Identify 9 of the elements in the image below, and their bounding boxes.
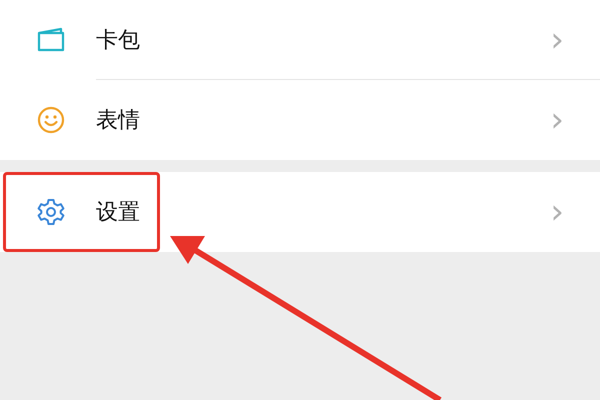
- menu-item-label[interactable]: 卡包: [96, 25, 550, 55]
- menu-item-label[interactable]: 表情: [96, 105, 550, 135]
- menu-item-label[interactable]: 设置: [96, 197, 550, 227]
- smiley-icon: [37, 106, 65, 134]
- chevron-icon: ›: [550, 103, 564, 137]
- chevron-icon: ›: [550, 23, 564, 57]
- card-icon: [36, 27, 66, 53]
- settings-icon: [36, 197, 66, 227]
- chevron-icon: ›: [550, 195, 564, 229]
